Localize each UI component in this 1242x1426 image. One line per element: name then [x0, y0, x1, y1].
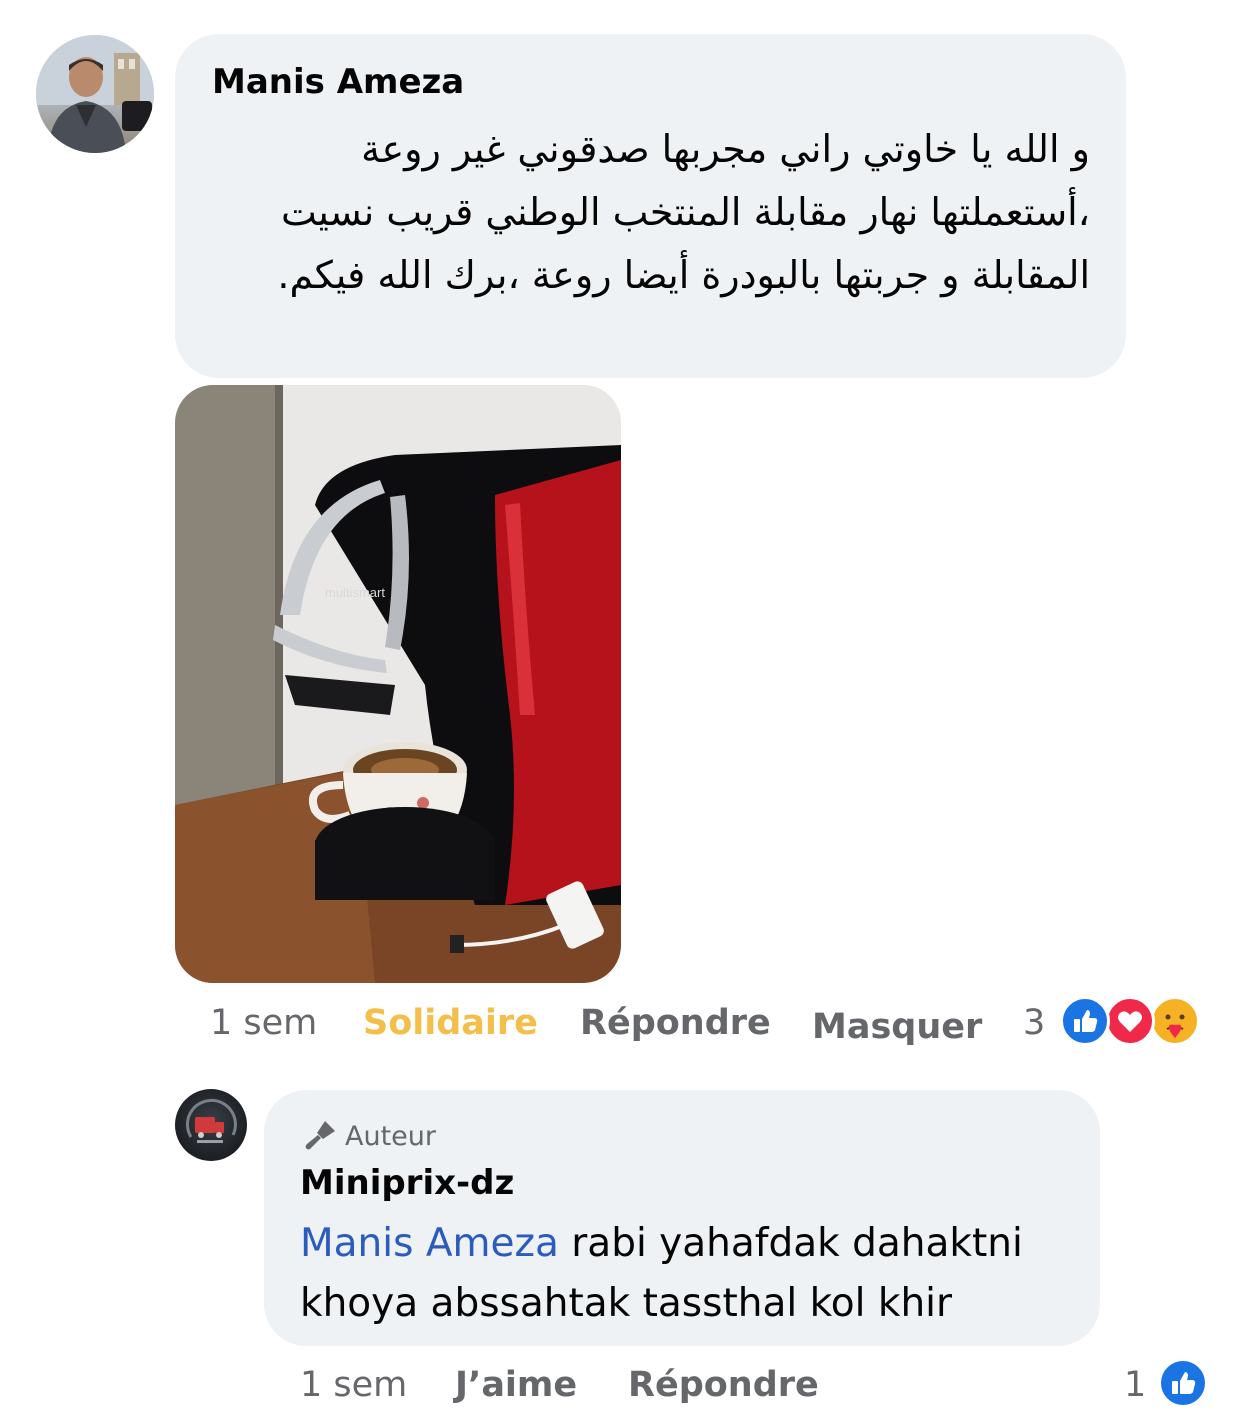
reply-author[interactable]: Miniprix-dz: [300, 1163, 514, 1203]
solidaire-button[interactable]: Solidaire: [363, 1000, 538, 1050]
love-icon: [1105, 996, 1155, 1046]
coffee-machine-photo: multismart: [175, 385, 621, 983]
reactions-summary[interactable]: [1060, 996, 1210, 1048]
reaction-count[interactable]: 1: [1124, 1362, 1146, 1408]
author-badge-label: Auteur: [345, 1121, 436, 1152]
reply-timestamp[interactable]: 1 sem: [300, 1362, 407, 1408]
reaction-count[interactable]: 3: [1023, 1000, 1045, 1046]
comment-text: و الله يا خاوتي راني مجربها صدقوني غير ر…: [277, 127, 1090, 297]
avatar-photo: [36, 35, 154, 153]
reply-button[interactable]: Répondre: [628, 1362, 819, 1408]
miniprix-logo: [185, 1098, 237, 1143]
care-icon: [1150, 996, 1200, 1046]
comment-timestamp[interactable]: 1 sem: [210, 1000, 317, 1050]
hide-button[interactable]: Masquer: [812, 1004, 982, 1054]
reply-text: Manis Ameza rabi yahafdak dahaktni khoya…: [300, 1214, 1080, 1334]
like-button[interactable]: J’aime: [455, 1362, 577, 1408]
avatar[interactable]: [175, 1089, 247, 1161]
reply-button[interactable]: Répondre: [580, 1000, 771, 1050]
like-icon: [1060, 996, 1110, 1046]
brand-text: multismart: [325, 585, 385, 600]
mention-link[interactable]: Manis Ameza: [300, 1221, 559, 1266]
comment-author[interactable]: Manis Ameza: [212, 62, 464, 102]
like-icon[interactable]: [1158, 1358, 1208, 1408]
comment-photo[interactable]: multismart: [175, 385, 621, 983]
microphone-icon: [305, 1121, 335, 1150]
author-badge: Auteur: [303, 1117, 436, 1152]
avatar[interactable]: [36, 35, 154, 153]
